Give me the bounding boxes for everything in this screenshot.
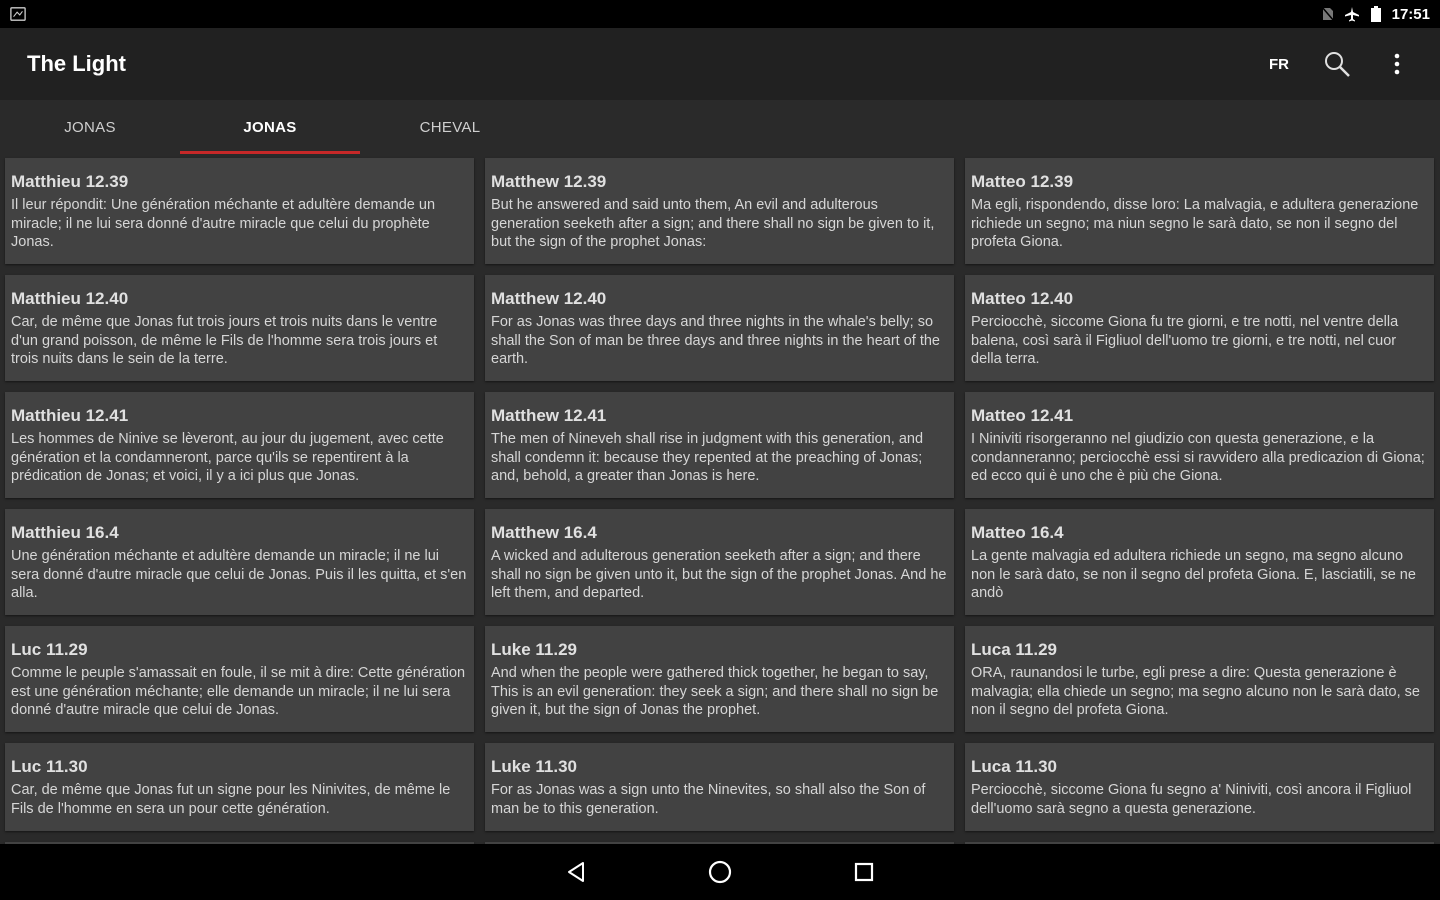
tab-bar: JONAS JONAS CHEVAL: [0, 100, 1440, 154]
verse-reference: Matteo 12.41: [971, 406, 1074, 425]
verse-reference: Matthew 12.40: [491, 289, 607, 308]
overflow-menu-icon[interactable]: [1381, 48, 1413, 80]
verse-text: Comme le peuple s'amassait en foule, il …: [11, 665, 466, 718]
airplane-icon: [1344, 6, 1360, 22]
verse-reference: Matteo 16.4: [971, 523, 1064, 542]
navigation-bar: [0, 844, 1440, 900]
status-time: 17:51: [1391, 5, 1430, 23]
verse-text: The men of Nineveh shall rise in judgmen…: [491, 431, 924, 484]
verse-reference: Matteo 12.39: [971, 172, 1074, 191]
app-title: The Light: [27, 51, 126, 76]
verse-reference: Luc 11.29: [11, 640, 88, 659]
home-icon[interactable]: [704, 856, 736, 888]
tab-jonas-1[interactable]: JONAS: [0, 100, 180, 154]
verse-card-fr[interactable]: Matthieu 12.40 Car, de même que Jonas fu…: [5, 275, 474, 381]
status-bar: 17:51: [0, 0, 1440, 28]
tab-cheval[interactable]: CHEVAL: [360, 100, 540, 154]
verse-reference: Luc 11.30: [11, 757, 88, 776]
verse-card-it[interactable]: Luca 11.30 Perciocchè, siccome Giona fu …: [965, 743, 1434, 831]
verse-reference: Luke 11.29: [491, 640, 578, 659]
tab-jonas-2[interactable]: JONAS: [180, 100, 360, 154]
verse-reference: Luca 11.30: [971, 757, 1058, 776]
verse-reference: Matthew 16.4: [491, 523, 597, 542]
verse-text: Car, de même que Jonas fut un signe pour…: [11, 782, 451, 817]
app-icon: [10, 6, 26, 22]
verse-card-fr[interactable]: Matthieu 12.41 Les hommes de Ninive se l…: [5, 392, 474, 498]
verse-card-fr[interactable]: Matthieu 12.39 Il leur répondit: Une gén…: [5, 158, 474, 264]
verse-card-en[interactable]: Luke 11.30 For as Jonas was a sign unto …: [485, 743, 954, 831]
verse-text: La gente malvagia ed adultera richiede u…: [971, 548, 1416, 601]
verse-card-it[interactable]: Matteo 12.39 Ma egli, rispondendo, disse…: [965, 158, 1434, 264]
verse-text: ORA, raunandosi le turbe, egli prese a d…: [971, 665, 1420, 718]
verse-text: Les hommes de Ninive se lèveront, au jou…: [11, 431, 444, 484]
verse-reference: Matthieu 12.41: [11, 406, 129, 425]
verse-card-en[interactable]: Matthew 12.39 But he answered and said u…: [485, 158, 954, 264]
verse-text: For as Jonas was a sign unto the Ninevit…: [491, 782, 926, 817]
verse-text: Il leur répondit: Une génération méchant…: [11, 197, 436, 250]
verse-text: But he answered and said unto them, An e…: [491, 197, 935, 250]
verse-reference: Luca 11.29: [971, 640, 1058, 659]
verse-card-en[interactable]: Matthew 12.40 For as Jonas was three day…: [485, 275, 954, 381]
verse-text: Perciocchè, siccome Giona fu tre giorni,…: [971, 314, 1399, 367]
verse-text: Perciocchè, siccome Giona fu segno a' Ni…: [971, 782, 1412, 817]
verse-reference: Luke 11.30: [491, 757, 578, 776]
back-icon[interactable]: [560, 856, 592, 888]
recents-icon[interactable]: [848, 856, 880, 888]
verse-card-it[interactable]: Matteo 16.4 La gente malvagia ed adulter…: [965, 509, 1434, 615]
verse-card-it[interactable]: Luca 11.29 ORA, raunandosi le turbe, egl…: [965, 626, 1434, 732]
verse-text: Ma egli, rispondendo, disse loro: La mal…: [971, 197, 1419, 250]
verse-reference: Matthieu 16.4: [11, 523, 119, 542]
verse-text: I Niniviti risorgeranno nel giudizio con…: [971, 431, 1425, 484]
no-sim-icon: [1320, 6, 1336, 22]
verse-card-en[interactable]: Luke 11.29 And when the people were gath…: [485, 626, 954, 732]
verse-text: A wicked and adulterous generation seeke…: [491, 548, 947, 601]
verse-card-fr[interactable]: Luc 11.29 Comme le peuple s'amassait en …: [5, 626, 474, 732]
verse-card-it[interactable]: Matteo 12.40 Perciocchè, siccome Giona f…: [965, 275, 1434, 381]
verse-text: For as Jonas was three days and three ni…: [491, 314, 940, 367]
verse-card-it[interactable]: Matteo 12.41 I Niniviti risorgeranno nel…: [965, 392, 1434, 498]
search-icon[interactable]: [1321, 48, 1353, 80]
verse-text: Une génération méchante et adultère dema…: [11, 548, 467, 601]
verse-reference: Matthew 12.41: [491, 406, 607, 425]
language-button[interactable]: FR: [1269, 56, 1289, 73]
verse-text: Car, de même que Jonas fut trois jours e…: [11, 314, 438, 367]
verse-card-en[interactable]: Matthew 12.41 The men of Nineveh shall r…: [485, 392, 954, 498]
verse-reference: Matteo 12.40: [971, 289, 1074, 308]
verse-reference: Matthieu 12.40: [11, 289, 129, 308]
verse-reference: Matthew 12.39: [491, 172, 607, 191]
battery-icon: [1368, 6, 1384, 22]
verse-card-fr[interactable]: Matthieu 16.4 Une génération méchante et…: [5, 509, 474, 615]
verse-list[interactable]: Matthieu 12.39 Il leur répondit: Une gén…: [0, 154, 1440, 844]
verse-reference: Matthieu 12.39: [11, 172, 129, 191]
app-bar: The Light FR: [0, 28, 1440, 100]
verse-card-en[interactable]: Matthew 16.4 A wicked and adulterous gen…: [485, 509, 954, 615]
verse-card-fr[interactable]: Luc 11.30 Car, de même que Jonas fut un …: [5, 743, 474, 831]
verse-text: And when the people were gathered thick …: [491, 665, 939, 718]
